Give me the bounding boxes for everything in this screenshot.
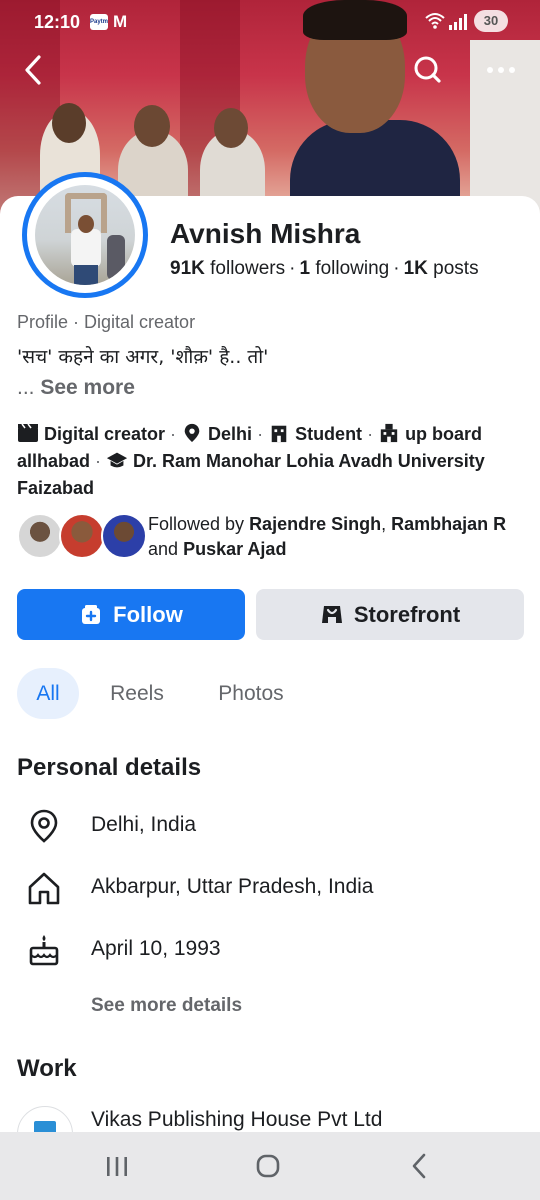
- system-back-button[interactable]: [400, 1146, 440, 1186]
- birthday-cake-icon: [29, 935, 59, 966]
- location-pin-icon: [30, 809, 58, 843]
- profile-stats: 91K followers · 1 following · 1K posts: [170, 258, 479, 279]
- profile-intro-tags: Digital creator · Delhi · Student · up board a…: [17, 423, 485, 498]
- home-icon: [28, 872, 60, 905]
- more-horizontal-icon: [487, 67, 515, 73]
- tab-reels[interactable]: Reels: [97, 668, 177, 719]
- wifi-icon: [425, 13, 445, 29]
- storefront-icon: [321, 605, 342, 623]
- cover-person-head: [52, 103, 86, 143]
- home-circle-icon: [256, 1154, 280, 1178]
- cover-person-head: [214, 108, 248, 148]
- m-app-icon: M: [113, 12, 128, 31]
- battery-indicator: 30: [474, 10, 508, 32]
- avatar-shirt: [71, 229, 101, 267]
- school-building-icon: [271, 425, 287, 443]
- mutual-name: Rambhajan R: [391, 514, 507, 534]
- followed-by-row[interactable]: Followed by Rajendre Singh, Rambhajan R …: [17, 510, 527, 562]
- system-navigation-bar: [0, 1132, 540, 1200]
- cover-person-head: [134, 105, 170, 147]
- detail-location-row: Delhi, India: [26, 806, 526, 846]
- follow-button-label: Follow: [113, 601, 183, 627]
- search-icon: [414, 56, 441, 83]
- see-more-link[interactable]: ... See more: [17, 376, 135, 400]
- detail-hometown-row: Akbarpur, Uttar Pradesh, India: [26, 868, 526, 908]
- see-more-label: See more: [40, 376, 135, 399]
- posts-count: 1K: [403, 258, 428, 279]
- search-button[interactable]: [406, 50, 446, 90]
- mutual-comma: ,: [381, 514, 387, 534]
- followed-by-and: and: [148, 539, 179, 559]
- personal-details-heading: Personal details: [17, 754, 202, 781]
- status-time: 12:10: [34, 12, 81, 32]
- tag-student: Student: [295, 424, 363, 444]
- following-label[interactable]: following: [315, 258, 389, 279]
- signal-icon: [449, 14, 467, 30]
- follow-add-icon: [82, 604, 101, 624]
- following-count[interactable]: 1: [299, 258, 310, 279]
- profile-name: Avnish Mishra: [170, 218, 361, 249]
- work-company[interactable]: Vikas Publishing House Pvt Ltd: [91, 1108, 382, 1132]
- graduation-cap-icon: [106, 452, 128, 468]
- recent-apps-button[interactable]: [97, 1146, 137, 1186]
- avatar-head: [78, 215, 94, 233]
- mutual-avatar: [17, 513, 63, 559]
- follow-button[interactable]: Follow: [17, 589, 245, 640]
- recent-apps-icon: [107, 1157, 127, 1176]
- paytm-app-icon: Paytm: [90, 14, 108, 30]
- back-button[interactable]: [16, 50, 56, 90]
- avatar-photo: [35, 185, 135, 285]
- avatar-jeans: [74, 265, 98, 285]
- detail-birthday-row: April 10, 1993: [26, 930, 526, 970]
- storefront-button-label: Storefront: [353, 601, 461, 627]
- see-more-ellipsis: ...: [17, 376, 35, 399]
- work-heading: Work: [17, 1055, 77, 1082]
- tab-all[interactable]: All: [17, 668, 79, 719]
- followers-label[interactable]: followers: [210, 258, 285, 279]
- profile-bio: 'सच' कहने का अगर, 'शौक़' है.. तो': [17, 346, 269, 368]
- more-options-button[interactable]: [482, 50, 522, 90]
- mutual-avatar: [59, 513, 105, 559]
- storefront-button[interactable]: Storefront: [256, 589, 524, 640]
- followed-by-text: Followed by Rajendre Singh, Rambhajan R …: [148, 512, 533, 562]
- avatar-bystander: [107, 235, 125, 280]
- detail-location: Delhi, India: [91, 813, 197, 836]
- see-more-details-link[interactable]: See more details: [91, 995, 242, 1017]
- clapperboard-icon: [18, 423, 38, 442]
- location-pin-icon: [184, 423, 200, 443]
- home-button[interactable]: [248, 1146, 288, 1186]
- detail-birthday: April 10, 1993: [91, 937, 221, 960]
- tag-digital-creator: Digital creator: [44, 424, 166, 444]
- tab-photos[interactable]: Photos: [203, 668, 299, 719]
- chevron-left-icon: [25, 55, 41, 85]
- posts-label: posts: [433, 258, 479, 279]
- mutual-name: Rajendre Singh: [249, 514, 382, 534]
- status-bar: 12:10 Paytm M 30: [0, 0, 540, 44]
- back-arrow-icon: [412, 1153, 426, 1179]
- detail-hometown: Akbarpur, Uttar Pradesh, India: [91, 875, 374, 898]
- college-building-icon: [380, 423, 398, 443]
- mutual-name: Puskar Ajad: [183, 539, 287, 559]
- profile-avatar[interactable]: [22, 172, 148, 298]
- followed-by-prefix: Followed by: [148, 514, 245, 534]
- mutual-avatar: [101, 513, 147, 559]
- tag-city: Delhi: [208, 424, 253, 444]
- followers-count[interactable]: 91K: [170, 258, 205, 279]
- profile-category: Profile · Digital creator: [17, 312, 196, 332]
